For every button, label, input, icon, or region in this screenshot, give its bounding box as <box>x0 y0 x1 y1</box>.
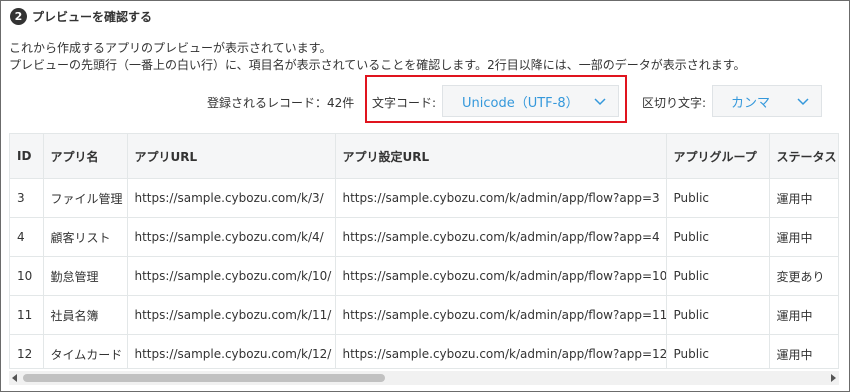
cell-app-settings-url: https://sample.cybozu.com/k/admin/app/fl… <box>335 295 667 335</box>
cell-app-url: https://sample.cybozu.com/k/10/ <box>127 256 336 296</box>
column-header-app-url: アプリURL <box>127 134 336 179</box>
cell-app-group: Public <box>666 334 770 368</box>
column-header-app-settings-url: アプリ設定URL <box>335 134 667 179</box>
cell-status: 運用中 <box>769 295 838 335</box>
cell-app-url: https://sample.cybozu.com/k/3/ <box>127 178 336 218</box>
cell-app-group: Public <box>666 256 770 296</box>
cell-app-settings-url: https://sample.cybozu.com/k/admin/app/fl… <box>335 256 667 296</box>
cell-app-url: https://sample.cybozu.com/k/11/ <box>127 295 336 335</box>
horizontal-scrollbar[interactable] <box>9 371 839 385</box>
step-number-badge: 2 <box>10 7 27 25</box>
cell-app-group: Public <box>666 178 770 218</box>
scroll-right-arrow-icon[interactable] <box>831 374 836 382</box>
cell-app-name: タイムカード <box>43 334 128 368</box>
cell-app-url: https://sample.cybozu.com/k/4/ <box>127 217 336 257</box>
column-header-app-name: アプリ名 <box>43 134 128 179</box>
description-line-2: プレビューの先頭行（一番上の白い行）に、項目名が表示されていることを確認します。… <box>9 58 746 72</box>
preview-panel: 2 プレビューを確認する これから作成するアプリのプレビューが表示されています。… <box>0 0 850 392</box>
cell-id: 11 <box>10 295 44 335</box>
table-row: 3 ファイル管理 https://sample.cybozu.com/k/3/ … <box>10 178 838 218</box>
cell-app-name: ファイル管理 <box>43 178 128 218</box>
cell-app-name: 社員名簿 <box>43 295 128 335</box>
table-row: 10 勤怠管理 https://sample.cybozu.com/k/10/ … <box>10 256 838 296</box>
cell-app-settings-url: https://sample.cybozu.com/k/admin/app/fl… <box>335 334 667 368</box>
table-row: 4 顧客リスト https://sample.cybozu.com/k/4/ h… <box>10 217 838 257</box>
cell-app-name: 勤怠管理 <box>43 256 128 296</box>
cell-id: 3 <box>10 178 44 218</box>
cell-status: 変更あり <box>769 256 838 296</box>
delimiter-select-value: カンマ <box>731 95 771 111</box>
cell-id: 12 <box>10 334 44 368</box>
cell-id: 4 <box>10 217 44 257</box>
cell-app-settings-url: https://sample.cybozu.com/k/admin/app/fl… <box>335 178 667 218</box>
delimiter-select[interactable]: カンマ <box>712 85 822 117</box>
scrollbar-thumb[interactable] <box>23 374 385 382</box>
table-row: 11 社員名簿 https://sample.cybozu.com/k/11/ … <box>10 295 838 335</box>
cell-app-name: 顧客リスト <box>43 217 128 257</box>
cell-id: 10 <box>10 256 44 296</box>
table-row: 12 タイムカード https://sample.cybozu.com/k/12… <box>10 334 838 368</box>
section-title-text: プレビューを確認する <box>32 9 153 24</box>
chevron-down-icon <box>594 98 606 106</box>
table-header-row: ID アプリ名 アプリURL アプリ設定URL アプリグループ ステータス <box>10 134 838 179</box>
cell-status: 運用中 <box>769 217 838 257</box>
record-count: 登録されるレコード：42件 <box>207 96 355 110</box>
preview-table-container[interactable]: ID アプリ名 アプリURL アプリ設定URL アプリグループ ステータス 3 … <box>9 133 839 369</box>
section-title: 2 プレビューを確認する <box>10 7 152 25</box>
column-header-id: ID <box>10 134 44 179</box>
cell-status: 運用中 <box>769 178 838 218</box>
scroll-left-arrow-icon[interactable] <box>12 374 17 382</box>
encoding-select-value: Unicode（UTF-8） <box>462 95 579 111</box>
preview-table: ID アプリ名 アプリURL アプリ設定URL アプリグループ ステータス 3 … <box>10 134 838 368</box>
cell-app-group: Public <box>666 217 770 257</box>
chevron-down-icon <box>797 98 809 106</box>
encoding-label: 文字コード: <box>372 96 437 110</box>
cell-app-group: Public <box>666 295 770 335</box>
column-header-status: ステータス <box>769 134 838 179</box>
description-line-1: これから作成するアプリのプレビューが表示されています。 <box>9 41 332 55</box>
encoding-select[interactable]: Unicode（UTF-8） <box>442 85 619 117</box>
column-header-app-group: アプリグループ <box>666 134 770 179</box>
cell-status: 運用中 <box>769 334 838 368</box>
cell-app-url: https://sample.cybozu.com/k/12/ <box>127 334 336 368</box>
delimiter-label: 区切り文字: <box>642 96 707 110</box>
cell-app-settings-url: https://sample.cybozu.com/k/admin/app/fl… <box>335 217 667 257</box>
